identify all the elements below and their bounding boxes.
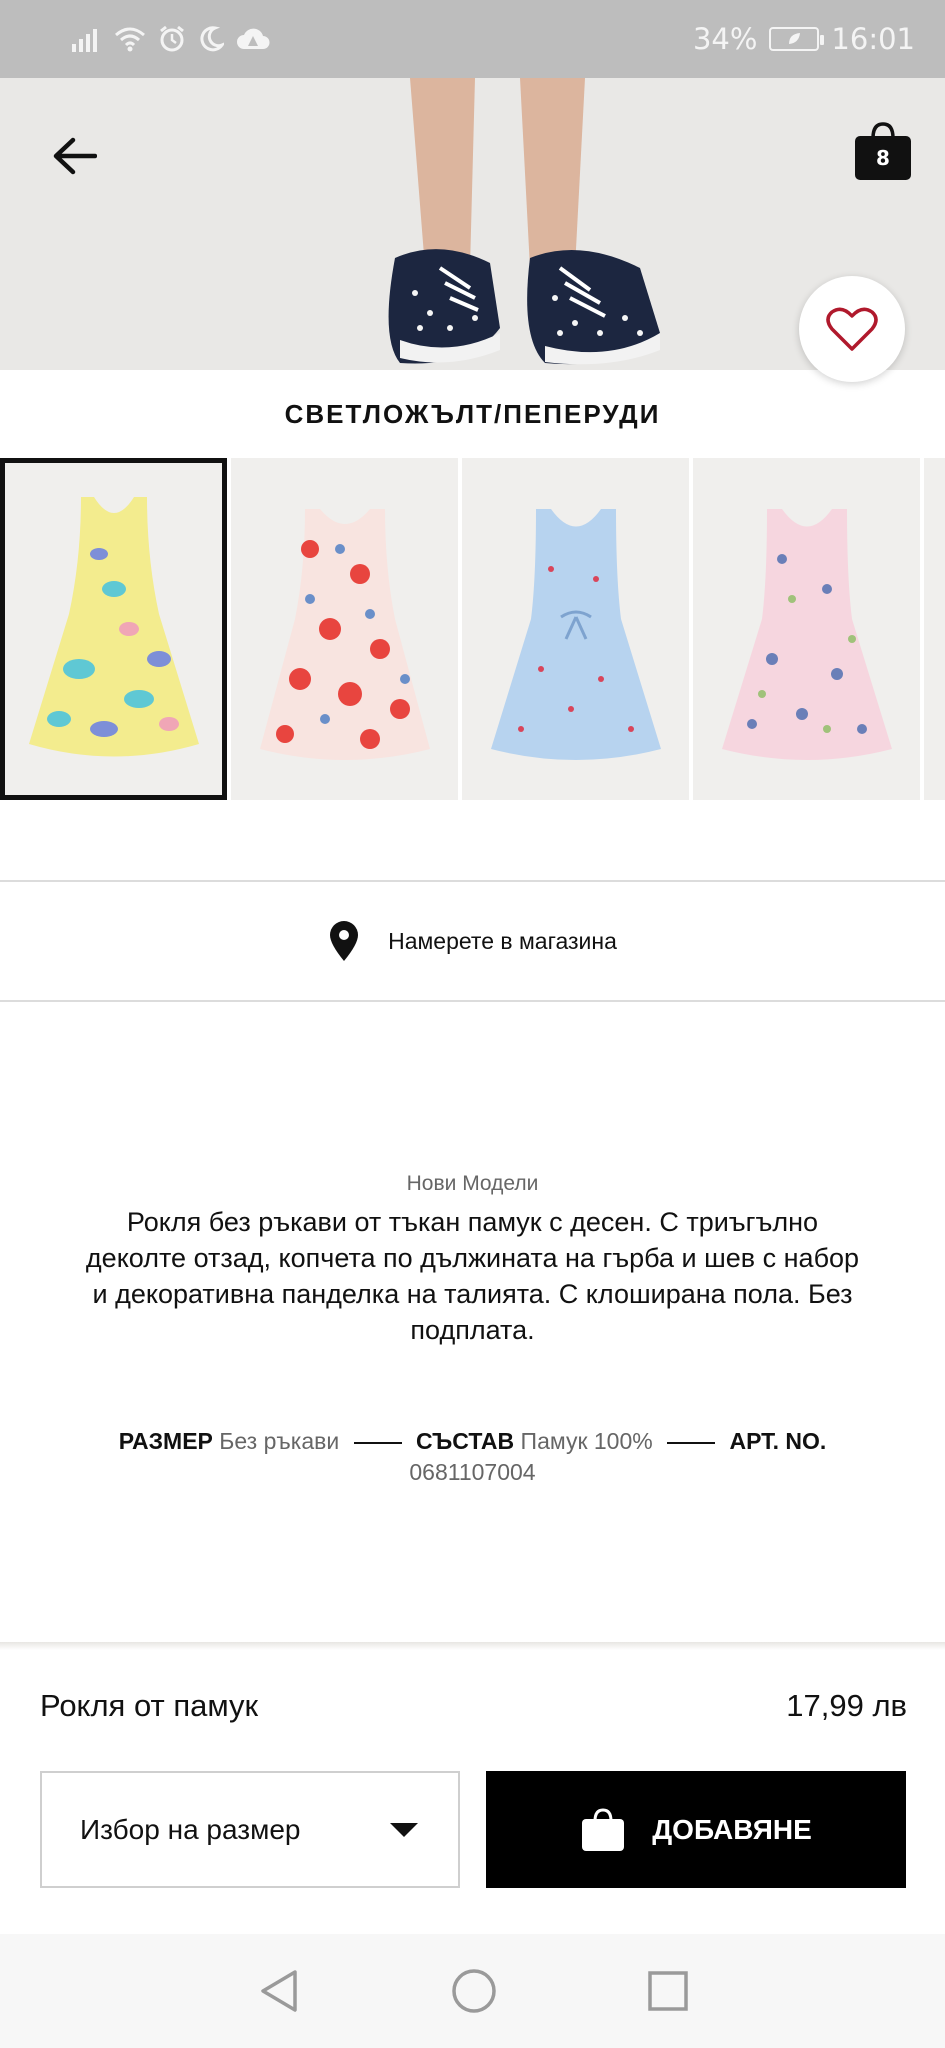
composition-attribute-value: Памук 100% (520, 1428, 653, 1454)
alarm-icon (160, 25, 184, 52)
dress-thumbnail-image (28, 497, 199, 757)
add-to-bag-button[interactable]: ДОБАВЯНЕ (486, 1771, 906, 1888)
find-in-store-button[interactable]: Намерете в магазина (0, 882, 945, 1000)
divider (0, 1000, 945, 1002)
dress-thumbnail-image (259, 509, 430, 760)
moon-icon (200, 26, 224, 52)
favorite-button[interactable] (799, 276, 905, 382)
back-button[interactable] (44, 126, 104, 186)
composition-attribute-label: СЪСТАВ (415, 1428, 515, 1454)
shopping-bag-icon (582, 1807, 625, 1851)
heart-icon (826, 307, 878, 351)
size-select-label: Избор на размер (80, 1813, 301, 1845)
color-swatch-light-blue[interactable] (462, 458, 689, 800)
separator (667, 1441, 716, 1444)
color-swatch-yellow-butterfly[interactable] (0, 458, 227, 800)
status-icons (72, 25, 270, 53)
size-select-dropdown[interactable]: Избор на размер (40, 1771, 460, 1888)
product-name: Рокля от памук (40, 1688, 259, 1723)
nav-recents-icon[interactable] (647, 1970, 689, 2012)
product-category: Нови Модели (406, 1172, 539, 1195)
shopping-bag-button[interactable]: 8 (851, 120, 915, 184)
size-attribute-value: Без ръкави (219, 1428, 340, 1454)
dropdown-caret-icon (390, 1822, 418, 1837)
product-description-text: Рокля без ръкави от тъкан памук с десен.… (85, 1207, 860, 1345)
add-to-bag-label: ДОБАВЯНЕ (652, 1813, 812, 1845)
battery-percent: 34% (692, 22, 758, 56)
wifi-icon (115, 27, 145, 52)
location-pin-icon (330, 921, 359, 961)
article-number-value: 0681107004 (409, 1459, 536, 1485)
dress-thumbnail-image (490, 509, 661, 760)
find-in-store-label: Намерете в магазина (388, 927, 617, 954)
clock-time: 16:01 (831, 22, 915, 56)
cart-count-badge: 8 (876, 146, 890, 170)
dress-thumbnail-image (721, 509, 892, 760)
article-number-label: АРТ. NO. (729, 1428, 827, 1454)
color-swatch-light-pink[interactable] (693, 458, 920, 800)
product-attributes: РАЗМЕР Без ръкави СЪСТАВ Памук 100% АРТ.… (60, 1426, 885, 1488)
color-swatches (0, 458, 945, 800)
color-name: СВЕТЛОЖЪЛТ/ПЕПЕРУДИ (284, 398, 661, 429)
battery-icon (769, 27, 825, 51)
color-swatch-red-floral[interactable] (231, 458, 458, 800)
signal-icon (72, 29, 97, 52)
nav-home-icon[interactable] (451, 1968, 497, 2014)
product-price: 17,99 лв (786, 1688, 907, 1723)
nav-back-icon[interactable] (257, 1968, 301, 2014)
back-arrow-icon (53, 137, 97, 175)
system-navigation-bar (0, 1934, 945, 2048)
separator (353, 1441, 402, 1444)
bottom-sheet-edge (0, 1642, 945, 1650)
color-swatch-more[interactable] (924, 458, 945, 800)
product-description: Нови Модели Рокля без ръкави от тъкан па… (80, 1172, 865, 1348)
size-attribute-label: РАЗМЕР (118, 1428, 213, 1454)
status-bar: 34% 16:01 (0, 0, 945, 78)
cloud-warning-icon (237, 28, 270, 49)
status-right: 34% 16:01 (693, 22, 915, 56)
